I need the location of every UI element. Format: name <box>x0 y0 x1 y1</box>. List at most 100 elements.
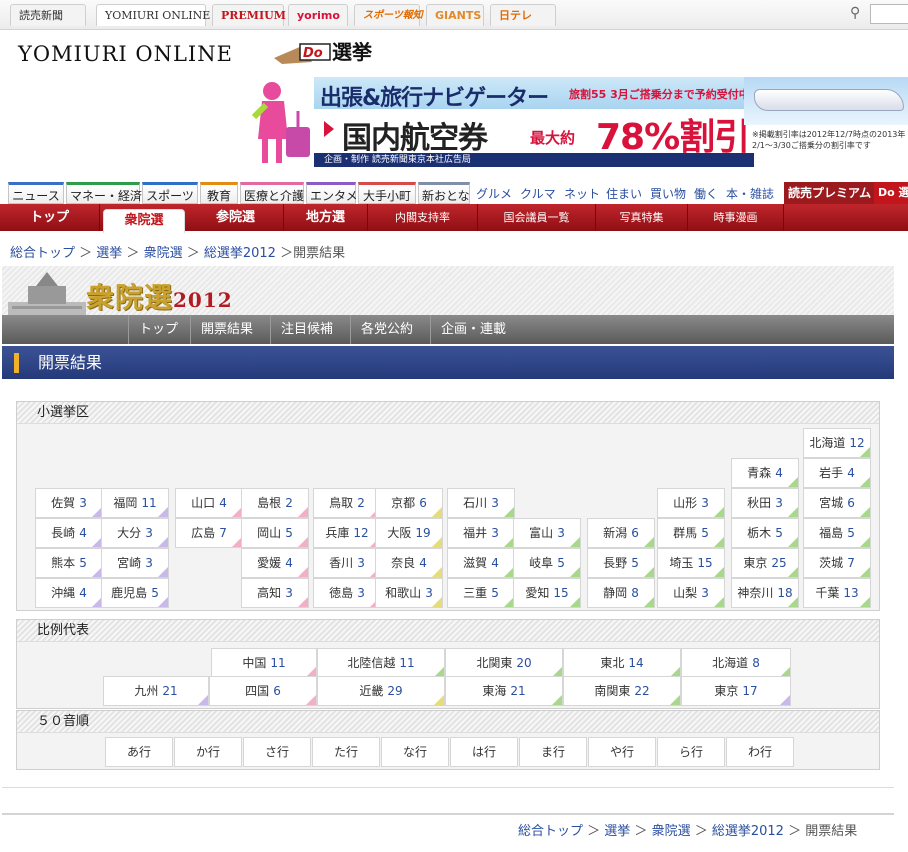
prefecture-cell[interactable]: 岡山 5 <box>241 518 309 548</box>
nav-medical[interactable]: 医療と介護 <box>240 182 304 204</box>
redbar-photos[interactable]: 写真特集 <box>596 204 688 231</box>
block-cell[interactable]: 北陸信越 11 <box>317 648 445 678</box>
redbar-sangin[interactable]: 参院選 <box>188 204 284 231</box>
prefecture-cell[interactable]: 滋賀 4 <box>447 548 515 578</box>
search-icon[interactable]: ⚲ <box>850 5 860 21</box>
prefecture-cell[interactable]: 青森 4 <box>731 458 799 488</box>
nav-home[interactable]: 住まい <box>606 185 642 202</box>
tab-yomiuri-shimbun[interactable]: 読売新聞 <box>10 4 86 26</box>
kana-row-button[interactable]: ま行 <box>519 737 587 767</box>
block-cell[interactable]: 九州 21 <box>103 676 209 706</box>
prefecture-cell[interactable]: 京都 6 <box>375 488 443 518</box>
nav-work[interactable]: 働く <box>694 185 718 202</box>
tab-giants[interactable]: GIANTS <box>426 4 484 26</box>
prefecture-cell[interactable]: 千葉 13 <box>803 578 871 608</box>
tab-ntv[interactable]: 日テレ <box>490 4 556 26</box>
nav-net[interactable]: ネット <box>564 185 600 202</box>
kana-row-button[interactable]: さ行 <box>243 737 311 767</box>
kana-row-button[interactable]: な行 <box>381 737 449 767</box>
prefecture-cell[interactable]: 宮崎 3 <box>101 548 169 578</box>
prefecture-cell[interactable]: 埼玉 15 <box>657 548 725 578</box>
prefecture-cell[interactable]: 大分 3 <box>101 518 169 548</box>
prefecture-cell[interactable]: 沖縄 4 <box>35 578 103 608</box>
prefecture-cell[interactable]: 静岡 8 <box>587 578 655 608</box>
redbar-cartoons[interactable]: 時事漫画 <box>688 204 784 231</box>
block-cell[interactable]: 北海道 8 <box>681 648 791 678</box>
nav-entertainment[interactable]: エンタメ <box>306 182 358 204</box>
tab-premium[interactable]: PREMIUM <box>212 4 286 26</box>
etab-features[interactable]: 企画・連載 <box>430 315 516 344</box>
prefecture-cell[interactable]: 長崎 4 <box>35 518 103 548</box>
nav-sports[interactable]: スポーツ <box>142 182 198 204</box>
breadcrumb-link[interactable]: 総選挙2012 <box>712 824 784 839</box>
prefecture-cell[interactable]: 栃木 5 <box>731 518 799 548</box>
tab-yorimo[interactable]: yorimo <box>288 4 348 26</box>
prefecture-cell[interactable]: 新潟 6 <box>587 518 655 548</box>
prefecture-cell[interactable]: 愛知 15 <box>513 578 581 608</box>
tab-yomiuri-online[interactable]: YOMIURI ONLINE <box>96 4 210 26</box>
kana-row-button[interactable]: や行 <box>588 737 656 767</box>
etab-candidates[interactable]: 注目候補 <box>270 315 343 344</box>
prefecture-cell[interactable]: 島根 2 <box>241 488 309 518</box>
prefecture-cell[interactable]: 大阪 19 <box>375 518 443 548</box>
nav-shopping[interactable]: 買い物 <box>650 185 686 202</box>
prefecture-cell[interactable]: 三重 5 <box>447 578 515 608</box>
nav-komachi[interactable]: 大手小町 <box>358 182 416 204</box>
kana-row-button[interactable]: た行 <box>312 737 380 767</box>
nav-premium[interactable]: 読売プレミアム <box>784 182 876 204</box>
breadcrumb-link[interactable]: 選挙 <box>604 824 630 839</box>
prefecture-cell[interactable]: 石川 3 <box>447 488 515 518</box>
block-cell[interactable]: 中国 11 <box>211 648 317 678</box>
redbar-chiho[interactable]: 地方選 <box>284 204 368 231</box>
prefecture-cell[interactable]: 山口 4 <box>175 488 243 518</box>
block-cell[interactable]: 近畿 29 <box>317 676 445 706</box>
do-election-logo[interactable]: Do 選挙 <box>272 36 402 66</box>
prefecture-cell[interactable]: 兵庫 12 <box>313 518 381 548</box>
nav-education[interactable]: 教育 <box>200 182 238 204</box>
block-cell[interactable]: 北関東 20 <box>445 648 563 678</box>
prefecture-cell[interactable]: 鹿児島 5 <box>101 578 169 608</box>
prefecture-cell[interactable]: 徳島 3 <box>313 578 381 608</box>
prefecture-cell[interactable]: 和歌山 3 <box>375 578 443 608</box>
redbar-shuin[interactable]: 衆院選 <box>103 209 185 233</box>
breadcrumb-link[interactable]: 総合トップ <box>10 246 75 261</box>
prefecture-cell[interactable]: 岩手 4 <box>803 458 871 488</box>
prefecture-cell[interactable]: 茨城 7 <box>803 548 871 578</box>
prefecture-cell[interactable]: 秋田 3 <box>731 488 799 518</box>
prefecture-cell[interactable]: 愛媛 4 <box>241 548 309 578</box>
tab-sports-hochi[interactable]: スポーツ報知 <box>354 4 423 26</box>
breadcrumb-link[interactable]: 総選挙2012 <box>204 246 276 261</box>
etab-results[interactable]: 開票結果 <box>190 315 263 344</box>
redbar-diet-members[interactable]: 国会議員一覧 <box>478 204 596 231</box>
block-cell[interactable]: 東海 21 <box>445 676 563 706</box>
kana-row-button[interactable]: は行 <box>450 737 518 767</box>
nav-car[interactable]: クルマ <box>520 185 556 202</box>
prefecture-cell[interactable]: 鳥取 2 <box>313 488 381 518</box>
nav-news[interactable]: ニュース <box>8 182 64 204</box>
breadcrumb-link[interactable]: 総合トップ <box>518 824 583 839</box>
etab-pledges[interactable]: 各党公約 <box>350 315 423 344</box>
breadcrumb-link[interactable]: 衆院選 <box>144 246 183 261</box>
prefecture-cell[interactable]: 広島 7 <box>175 518 243 548</box>
prefecture-cell[interactable]: 山形 3 <box>657 488 725 518</box>
block-cell[interactable]: 南関東 22 <box>563 676 681 706</box>
prefecture-cell[interactable]: 香川 3 <box>313 548 381 578</box>
redbar-top[interactable]: トップ <box>0 204 100 231</box>
prefecture-cell[interactable]: 神奈川 18 <box>731 578 799 608</box>
prefecture-cell[interactable]: 富山 3 <box>513 518 581 548</box>
prefecture-cell[interactable]: 岐阜 5 <box>513 548 581 578</box>
redbar-cabinet-approval[interactable]: 内閣支持率 <box>368 204 478 231</box>
prefecture-cell[interactable]: 奈良 4 <box>375 548 443 578</box>
prefecture-cell[interactable]: 山梨 3 <box>657 578 725 608</box>
prefecture-cell[interactable]: 福島 5 <box>803 518 871 548</box>
breadcrumb-link[interactable]: 衆院選 <box>652 824 691 839</box>
kana-row-button[interactable]: か行 <box>174 737 242 767</box>
block-cell[interactable]: 東北 14 <box>563 648 681 678</box>
kana-row-button[interactable]: あ行 <box>105 737 173 767</box>
etab-top[interactable]: トップ <box>128 315 188 344</box>
prefecture-cell[interactable]: 宮城 6 <box>803 488 871 518</box>
prefecture-cell[interactable]: 東京 25 <box>731 548 799 578</box>
block-cell[interactable]: 東京 17 <box>681 676 791 706</box>
prefecture-cell[interactable]: 佐賀 3 <box>35 488 103 518</box>
kana-row-button[interactable]: わ行 <box>726 737 794 767</box>
